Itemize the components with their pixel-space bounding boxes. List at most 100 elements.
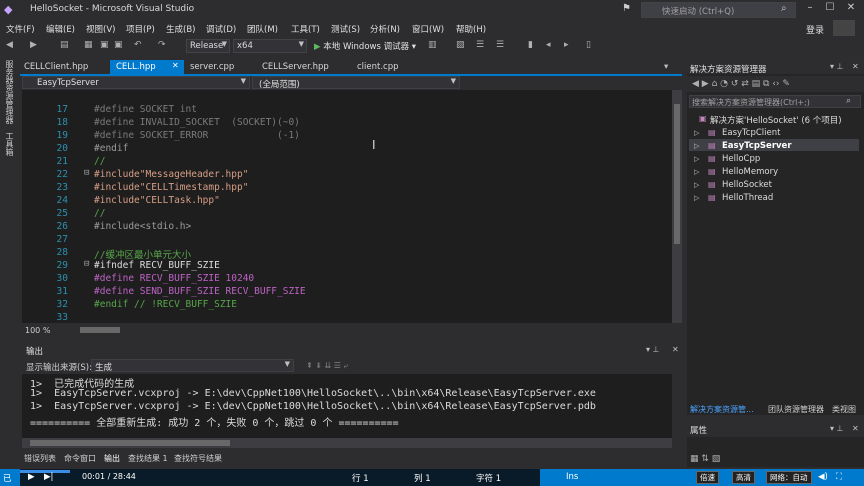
horizontal-scrollbar-thumb[interactable]: [80, 327, 120, 333]
video-play-icon[interactable]: ▶: [28, 472, 35, 482]
output-source-select[interactable]: 生成 ▼: [91, 359, 294, 373]
fold-collapse-icon[interactable]: ⊟: [84, 259, 89, 269]
code-line: //: [94, 208, 106, 219]
notification-flag-icon[interactable]: ⚑: [622, 3, 631, 14]
tab-find-symbol-results[interactable]: 查找符号结果: [174, 453, 222, 464]
login-link[interactable]: 登录: [806, 23, 824, 36]
solution-config-icon[interactable]: ▧: [456, 40, 465, 50]
indent-icon[interactable]: ☰: [496, 40, 504, 50]
expand-arrow-icon[interactable]: ▷: [694, 142, 699, 150]
expand-arrow-icon[interactable]: ▷: [694, 155, 699, 163]
project-select[interactable]: EasyTcpServer ▼: [22, 76, 250, 89]
scrollbar-thumb[interactable]: [30, 440, 230, 446]
properties-toolbar-icons[interactable]: ▦ ⇅ ▧: [690, 454, 720, 464]
video-quality-button[interactable]: 高清: [732, 471, 755, 484]
output-toolbar-icons[interactable]: ⇞ ⇟ ⇊ ☰ ⤶: [306, 361, 348, 371]
panel-menu-icon[interactable]: ▾ ⊥: [830, 424, 844, 433]
avatar[interactable]: [833, 20, 855, 36]
search-icon[interactable]: ⌕: [846, 96, 851, 106]
tab-cell-active[interactable]: CELL.hpp ✕: [110, 60, 184, 74]
tab-output[interactable]: 输出: [104, 453, 120, 464]
project-node[interactable]: EasyTcpClient: [722, 128, 780, 138]
menu-project[interactable]: 项目(P): [126, 23, 155, 35]
tab-error-list[interactable]: 错误列表: [24, 453, 56, 464]
prev-bookmark-icon[interactable]: ◂: [546, 40, 551, 50]
close-icon[interactable]: ✕: [172, 61, 179, 70]
menu-team[interactable]: 团队(M): [247, 23, 278, 35]
se-toolbar-icons[interactable]: ◀ ▶ ⌂ ◔ ↺ ⇄ ▤ ⧉ ‹› ✎: [692, 79, 790, 89]
start-debugging-button[interactable]: ▶ 本地 Windows 调试器 ▾: [314, 40, 416, 52]
expand-arrow-icon[interactable]: ▷: [694, 168, 699, 176]
menu-edit[interactable]: 编辑(E): [46, 23, 75, 35]
menu-view[interactable]: 视图(V): [86, 23, 115, 35]
tab-team-explorer[interactable]: 团队资源管理器: [768, 404, 824, 415]
close-icon[interactable]: ✕: [672, 345, 679, 354]
menu-analyze[interactable]: 分析(N): [370, 23, 400, 35]
save-all-icon[interactable]: ▣: [114, 40, 123, 50]
play-icon: ▶: [314, 42, 321, 52]
platform-select[interactable]: x64 ▼: [233, 39, 307, 53]
toolbox-tab[interactable]: 工具箱: [4, 132, 15, 156]
next-bookmark-icon[interactable]: ▸: [564, 40, 569, 50]
expand-arrow-icon[interactable]: ▷: [694, 194, 699, 202]
fullscreen-icon[interactable]: ⛶: [836, 472, 842, 482]
code-line: #define RECV_BUFF_SZIE 10240: [94, 273, 255, 284]
open-file-icon[interactable]: ▦: [84, 40, 93, 50]
panel-menu-icon[interactable]: ▾ ⊥: [646, 345, 660, 354]
project-node[interactable]: HelloMemory: [722, 167, 778, 177]
clear-bookmark-icon[interactable]: ▯: [586, 40, 591, 50]
video-speed-button[interactable]: 倍速: [696, 471, 719, 484]
tab-solution-explorer[interactable]: 解决方案资源管...: [690, 404, 754, 415]
scope-select[interactable]: (全局范围) ▼: [252, 76, 460, 90]
close-icon[interactable]: ✕: [852, 62, 859, 71]
configuration-select[interactable]: Release ▼: [186, 39, 230, 53]
expand-arrow-icon[interactable]: ▷: [694, 129, 699, 137]
chevron-down-icon: ▼: [240, 77, 246, 85]
tab-find-results[interactable]: 查找结果 1: [128, 453, 168, 464]
menu-window[interactable]: 窗口(W): [412, 23, 444, 35]
tab-cellclient[interactable]: CELLClient.hpp: [24, 62, 88, 72]
menu-help[interactable]: 帮助(H): [456, 23, 486, 35]
project-node[interactable]: HelloSocket: [722, 180, 772, 190]
menu-file[interactable]: 文件(F): [6, 23, 35, 35]
menu-debug[interactable]: 调试(D): [206, 23, 236, 35]
maximize-icon[interactable]: ☐: [822, 2, 838, 16]
project-node[interactable]: HelloCpp: [722, 154, 760, 164]
project-node[interactable]: HelloThread: [722, 193, 773, 203]
redo-icon[interactable]: ↷: [158, 40, 166, 50]
quick-launch-search-icon[interactable]: ⌕: [781, 3, 787, 14]
server-explorer-tab[interactable]: 服务器资源管理器: [4, 60, 15, 124]
solution-node[interactable]: 解决方案'HelloSocket' (6 个项目): [710, 114, 842, 126]
close-icon[interactable]: ✕: [843, 2, 859, 16]
scrollbar-thumb[interactable]: [674, 104, 680, 244]
zoom-level[interactable]: 100 %: [25, 326, 50, 335]
undo-icon[interactable]: ↶: [134, 40, 142, 50]
expand-arrow-icon[interactable]: ▷: [694, 181, 699, 189]
video-next-icon[interactable]: ▶|: [44, 472, 53, 482]
tab-class-view[interactable]: 类视图: [832, 404, 856, 415]
menu-test[interactable]: 测试(S): [331, 23, 360, 35]
tab-command-window[interactable]: 命令窗口: [64, 453, 96, 464]
attach-icon[interactable]: ▥: [428, 40, 437, 50]
back-icon[interactable]: ◀: [6, 40, 13, 50]
project-node-startup[interactable]: EasyTcpServer: [722, 141, 792, 151]
tab-server-cpp[interactable]: server.cpp: [190, 62, 234, 72]
menu-tools[interactable]: 工具(T): [291, 23, 320, 35]
video-network-button[interactable]: 网络：自动: [766, 471, 812, 484]
new-project-icon[interactable]: ▤: [60, 40, 69, 50]
align-icon[interactable]: ☰: [476, 40, 484, 50]
bookmark-icon[interactable]: ▮: [528, 40, 533, 50]
forward-icon[interactable]: ▶: [30, 40, 37, 50]
panel-menu-icon[interactable]: ▾ ⊥: [830, 62, 844, 71]
output-source-label: 显示输出来源(S):: [26, 363, 92, 373]
volume-icon[interactable]: ◀): [818, 472, 828, 482]
close-icon[interactable]: ✕: [852, 424, 859, 433]
fold-collapse-icon[interactable]: ⊟: [84, 168, 89, 178]
save-icon[interactable]: ▣: [100, 40, 109, 50]
tab-cellserver[interactable]: CELLServer.hpp: [262, 62, 329, 72]
minimize-icon[interactable]: –: [802, 2, 818, 16]
cpp-project-icon: ▤: [708, 128, 716, 137]
menu-build[interactable]: 生成(B): [166, 23, 195, 35]
tab-list-chevron-icon[interactable]: ▾: [664, 62, 668, 72]
tab-client-cpp[interactable]: client.cpp: [357, 62, 399, 72]
